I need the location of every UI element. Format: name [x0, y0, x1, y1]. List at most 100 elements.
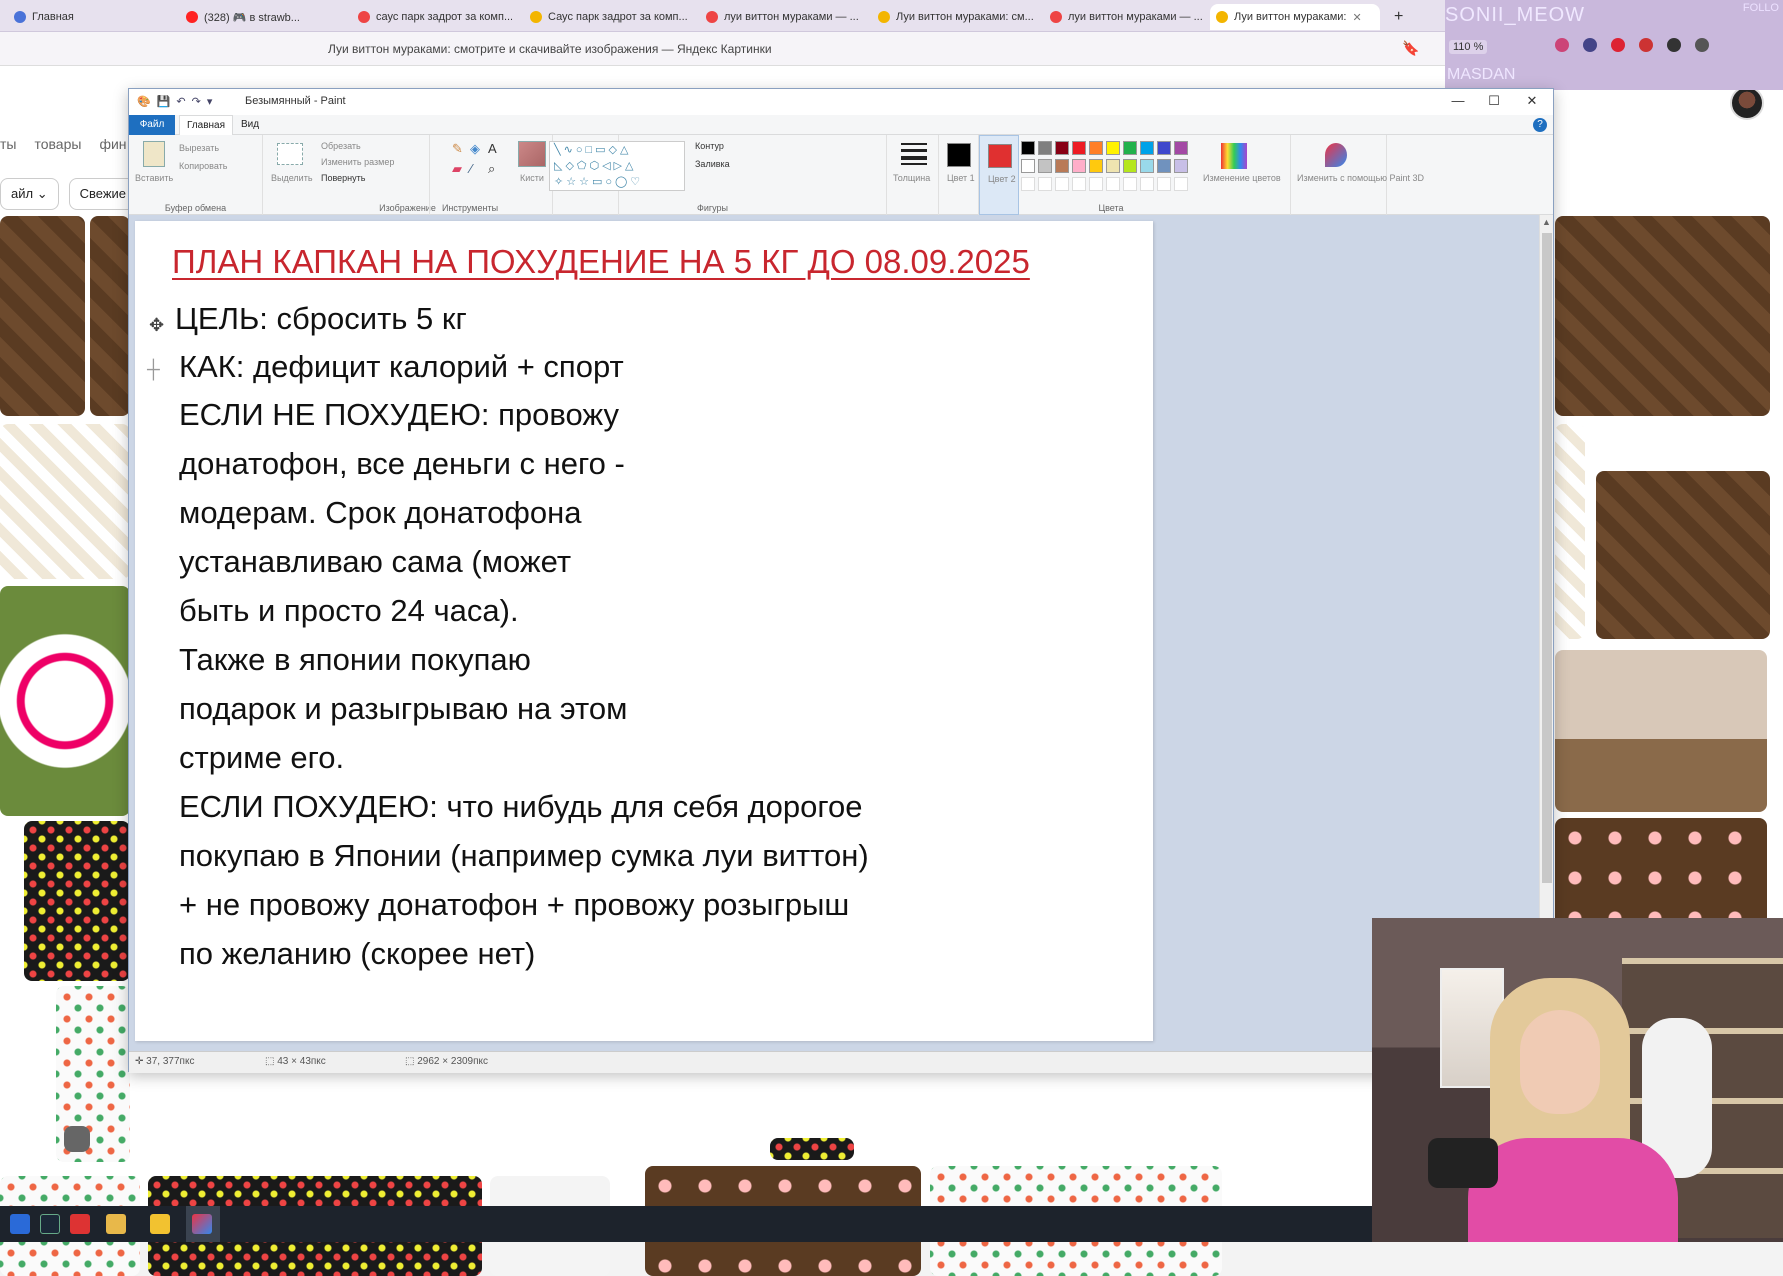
edit-colors-icon[interactable]	[1221, 143, 1247, 169]
paint-taskbar-icon[interactable]	[192, 1214, 212, 1234]
paste-icon[interactable]	[143, 141, 165, 167]
redo-icon[interactable]: ↷	[192, 95, 201, 108]
shapes-gallery[interactable]: ╲∿○□▭◇△ ◺◇⬠⬡◁▷△ ✧☆☆▭○◯♡	[549, 141, 685, 191]
minimize-icon[interactable]: —	[1443, 93, 1473, 108]
tab-file[interactable]: Файл	[129, 115, 175, 135]
extension-icon[interactable]	[1555, 38, 1569, 52]
fill-button[interactable]: Заливка	[695, 159, 730, 169]
palette-swatch[interactable]	[1021, 141, 1035, 155]
color2-swatch[interactable]	[988, 144, 1012, 168]
palette-empty-swatch[interactable]	[1157, 177, 1171, 191]
browser-tab[interactable]: луи виттон мураками — ...	[1044, 4, 1204, 30]
palette-empty-swatch[interactable]	[1038, 177, 1052, 191]
tab-view[interactable]: Вид	[241, 115, 259, 135]
steam-icon[interactable]	[40, 1214, 60, 1234]
palette-swatch[interactable]	[1072, 159, 1086, 173]
nav-item[interactable]: ты	[0, 136, 16, 152]
browser-tab-active[interactable]: Луи виттон мураками: ✕	[1210, 4, 1380, 30]
palette-swatch[interactable]	[1089, 141, 1103, 155]
nav-item[interactable]: фин	[99, 136, 126, 152]
filter-file-type[interactable]: айл ⌄	[0, 178, 59, 210]
extension-icon[interactable]	[1667, 38, 1681, 52]
palette-swatch[interactable]	[1106, 141, 1120, 155]
taskbar-app-icon[interactable]	[150, 1214, 170, 1234]
image-thumbnail[interactable]	[1555, 424, 1585, 639]
select-button[interactable]: Выделить	[271, 173, 313, 183]
rotate-button[interactable]: Повернуть	[321, 173, 365, 183]
palette-empty-swatch[interactable]	[1055, 177, 1069, 191]
extension-icon[interactable]	[1695, 38, 1709, 52]
browser-tab[interactable]: луи виттон мураками — ...	[700, 4, 866, 30]
paint3d-button[interactable]: Изменить с помощью Paint 3D	[1297, 173, 1424, 183]
image-thumbnail[interactable]	[770, 1138, 854, 1160]
new-tab-button[interactable]: +	[1388, 4, 1412, 30]
fill-icon[interactable]: ◈	[470, 141, 480, 157]
palette-swatch[interactable]	[1157, 159, 1171, 173]
avatar[interactable]	[1730, 86, 1764, 120]
palette-swatch[interactable]	[1072, 141, 1086, 155]
extension-icon[interactable]	[1583, 38, 1597, 52]
color1-label[interactable]: Цвет 1	[947, 173, 975, 183]
eraser-icon[interactable]: ▰	[452, 161, 462, 177]
size-button[interactable]: Толщина	[893, 173, 930, 183]
maximize-icon[interactable]: ☐	[1479, 93, 1509, 109]
crop-button[interactable]: Обрезать	[321, 141, 361, 151]
palette-swatch[interactable]	[1174, 141, 1188, 155]
browser-tab[interactable]: Главная	[8, 4, 158, 30]
drawing-canvas[interactable]: ✥ ┼ ПЛАН КАПКАН НА ПОХУДЕНИЕ НА 5 КГ ДО …	[135, 221, 1153, 1041]
color1-swatch[interactable]	[947, 143, 971, 167]
pencil-icon[interactable]: ✎	[452, 141, 463, 157]
bookmark-icon[interactable]: 🔖	[1402, 40, 1419, 57]
palette-swatch[interactable]	[1055, 159, 1069, 173]
palette-empty-swatch[interactable]	[1021, 177, 1035, 191]
palette-empty-swatch[interactable]	[1123, 177, 1137, 191]
extension-icon[interactable]	[1639, 38, 1653, 52]
palette-swatch[interactable]	[1055, 141, 1069, 155]
close-icon[interactable]: ✕	[1517, 93, 1547, 109]
nav-item[interactable]: товары	[34, 136, 81, 152]
image-thumbnail[interactable]	[0, 424, 130, 579]
paste-button[interactable]: Вставить	[135, 173, 173, 183]
magnifier-icon[interactable]: ⌕	[488, 161, 495, 177]
copy-button[interactable]: Копировать	[179, 161, 227, 171]
size-icon[interactable]	[901, 143, 927, 165]
edit-colors-button[interactable]: Изменение цветов	[1203, 173, 1281, 183]
palette-swatch[interactable]	[1157, 141, 1171, 155]
undo-icon[interactable]: ↶	[176, 95, 185, 108]
palette-swatch[interactable]	[1038, 159, 1052, 173]
palette-swatch[interactable]	[1021, 159, 1035, 173]
palette-swatch[interactable]	[1123, 141, 1137, 155]
save-icon[interactable]: 💾	[157, 95, 171, 108]
chevron-down-icon[interactable]: ▾	[207, 95, 213, 108]
browser-tab[interactable]: Саус парк задрот за комп...	[524, 4, 690, 30]
select-icon[interactable]	[277, 143, 303, 165]
taskbar-app-icon[interactable]	[70, 1214, 90, 1234]
palette-swatch[interactable]	[1123, 159, 1137, 173]
close-tab-icon[interactable]: ✕	[1352, 11, 1361, 24]
tab-home[interactable]: Главная	[179, 115, 233, 135]
scroll-up-icon[interactable]: ▲	[1542, 217, 1551, 227]
image-thumbnail[interactable]	[0, 216, 85, 416]
palette-empty-swatch[interactable]	[1174, 177, 1188, 191]
taskbar-app-icon[interactable]	[10, 1214, 30, 1234]
image-thumbnail[interactable]	[90, 216, 130, 416]
outline-button[interactable]: Контур	[695, 141, 724, 151]
palette-empty-swatch[interactable]	[1140, 177, 1154, 191]
cut-button[interactable]: Вырезать	[179, 143, 219, 153]
folder-icon[interactable]	[106, 1214, 126, 1234]
palette-swatch[interactable]	[1174, 159, 1188, 173]
text-icon[interactable]: A	[488, 141, 497, 156]
image-thumbnail[interactable]	[0, 586, 130, 816]
browser-tab[interactable]: Луи виттон мураками: см...	[872, 4, 1038, 30]
palette-swatch[interactable]	[1140, 141, 1154, 155]
page-title[interactable]: Луи виттон мураками: смотрите и скачивай…	[328, 42, 772, 56]
image-thumbnail[interactable]	[1555, 216, 1770, 416]
paint3d-icon[interactable]	[1325, 143, 1347, 167]
palette-empty-swatch[interactable]	[1072, 177, 1086, 191]
browser-tab[interactable]: саус парк задрот за комп...	[352, 4, 512, 30]
image-thumbnail[interactable]	[24, 821, 130, 981]
image-thumbnail[interactable]	[1555, 650, 1767, 812]
browser-tab[interactable]: (328) 🎮 в strawb...	[180, 4, 338, 30]
help-icon[interactable]: ?	[1533, 118, 1547, 132]
image-thumbnail[interactable]	[1596, 471, 1770, 639]
